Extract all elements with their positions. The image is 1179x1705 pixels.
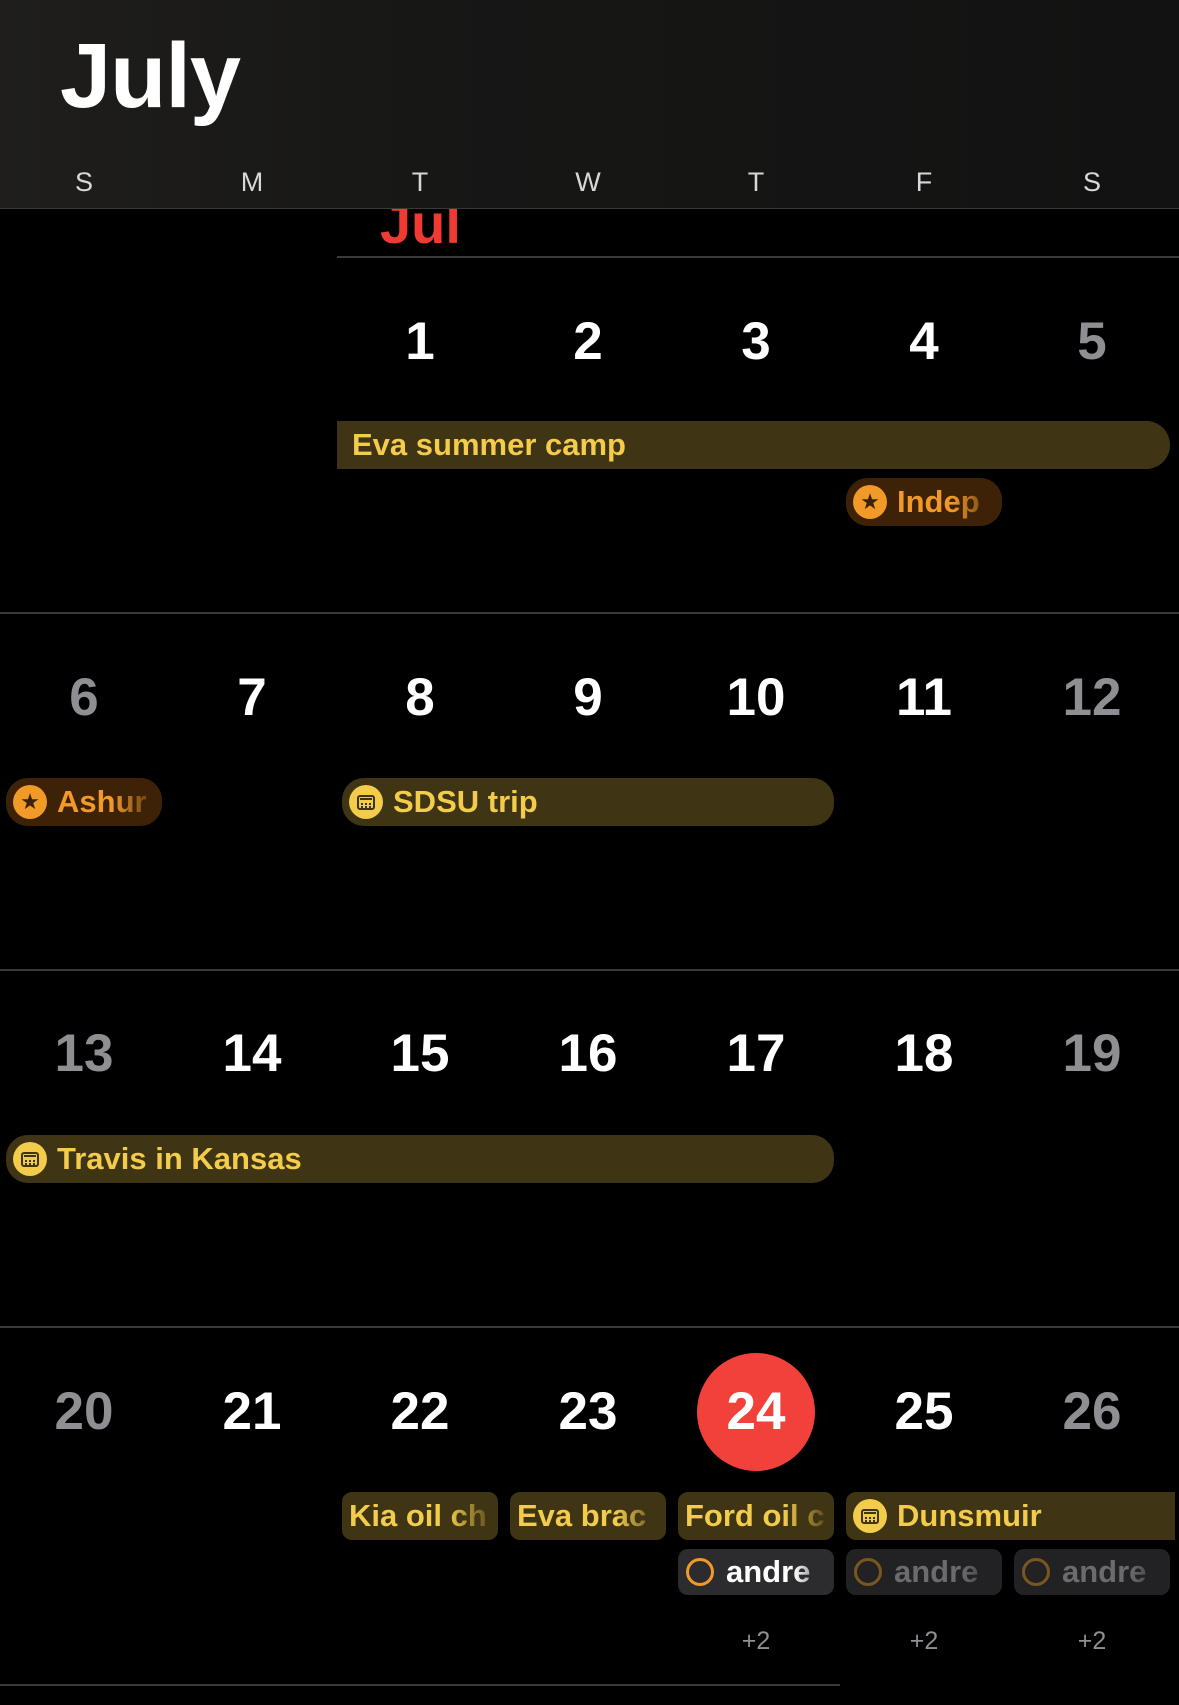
weekday-thursday: T	[747, 167, 765, 197]
calendar-header: July S M T W T F S	[0, 0, 1179, 209]
day-19[interactable]: 19	[1008, 1024, 1176, 1084]
more-events-thursday[interactable]: +2	[672, 1627, 840, 1656]
event-ford-oil-change[interactable]: Ford oil c	[678, 1492, 834, 1540]
week-divider	[0, 969, 1179, 971]
day-8[interactable]: 8	[336, 668, 504, 728]
event-dunsmuir[interactable]: Dunsmuir	[846, 1492, 1175, 1540]
day-9[interactable]: 9	[504, 668, 672, 728]
event-travis-in-kansas[interactable]: Travis in Kansas	[6, 1135, 834, 1183]
event-eva-summer-camp[interactable]: Eva summer camp	[337, 421, 1170, 469]
reminder-circle-icon	[854, 1558, 882, 1586]
more-events-saturday[interactable]: +2	[1008, 1627, 1176, 1656]
reminder-friday[interactable]: andre	[846, 1549, 1002, 1595]
day-11[interactable]: 11	[840, 668, 1008, 728]
event-label: Travis in Kansas	[57, 1141, 302, 1176]
reminder-thursday[interactable]: andre	[678, 1549, 834, 1595]
reminder-label: andre	[726, 1554, 811, 1589]
event-ashura[interactable]: ★ Ashur	[6, 778, 162, 826]
event-label: Kia oil ch	[349, 1498, 487, 1533]
month-grid[interactable]: Jul 1 2 3 4 5 Eva summer camp ★ Indep 6 …	[0, 209, 1179, 1705]
weekday-monday: M	[240, 167, 264, 197]
month-divider	[337, 256, 1179, 258]
reminder-circle-icon	[686, 1558, 714, 1586]
day-2[interactable]: 2	[504, 312, 672, 372]
day-25[interactable]: 25	[840, 1382, 1008, 1442]
week-divider	[0, 1684, 840, 1686]
calendar-icon	[853, 1499, 887, 1533]
event-label: Eva brac	[517, 1498, 647, 1533]
day-20[interactable]: 20	[0, 1382, 168, 1442]
day-14[interactable]: 14	[168, 1024, 336, 1084]
weekday-sunday: S	[74, 167, 93, 197]
day-6[interactable]: 6	[0, 668, 168, 728]
reminder-circle-icon	[1022, 1558, 1050, 1586]
calendar-icon	[349, 785, 383, 819]
calendar-icon	[13, 1142, 47, 1176]
week-divider	[0, 612, 1179, 614]
day-13[interactable]: 13	[0, 1024, 168, 1084]
event-eva-braces[interactable]: Eva brac	[510, 1492, 666, 1540]
weekday-wednesday: W	[575, 167, 601, 197]
day-23[interactable]: 23	[504, 1382, 672, 1442]
more-events-friday[interactable]: +2	[840, 1627, 1008, 1656]
weekday-saturday: S	[1082, 167, 1101, 197]
event-independence-day[interactable]: ★ Indep	[846, 478, 1002, 526]
weekday-tuesday: T	[411, 167, 429, 197]
day-24-today[interactable]: 24	[672, 1382, 840, 1442]
day-10[interactable]: 10	[672, 668, 840, 728]
day-5[interactable]: 5	[1008, 312, 1176, 372]
day-18[interactable]: 18	[840, 1024, 1008, 1084]
day-16[interactable]: 16	[504, 1024, 672, 1084]
reminder-saturday[interactable]: andre	[1014, 1549, 1170, 1595]
weekday-friday: F	[915, 167, 933, 197]
reminder-label: andre	[1062, 1554, 1147, 1589]
day-12[interactable]: 12	[1008, 668, 1176, 728]
event-label: Ashur	[57, 784, 147, 819]
event-label: Indep	[897, 484, 980, 519]
reminder-label: andre	[894, 1554, 979, 1589]
event-label: Ford oil c	[685, 1498, 825, 1533]
day-22[interactable]: 22	[336, 1382, 504, 1442]
month-marker: Jul	[380, 209, 461, 255]
event-label: SDSU trip	[393, 784, 538, 819]
event-sdsu-trip[interactable]: SDSU trip	[342, 778, 834, 826]
day-21[interactable]: 21	[168, 1382, 336, 1442]
star-icon: ★	[853, 485, 887, 519]
day-3[interactable]: 3	[672, 312, 840, 372]
day-1[interactable]: 1	[336, 312, 504, 372]
day-17[interactable]: 17	[672, 1024, 840, 1084]
day-4[interactable]: 4	[840, 312, 1008, 372]
month-title[interactable]: July	[60, 28, 241, 125]
event-kia-oil-change[interactable]: Kia oil ch	[342, 1492, 498, 1540]
day-7[interactable]: 7	[168, 668, 336, 728]
star-icon: ★	[13, 785, 47, 819]
event-label: Dunsmuir	[897, 1498, 1042, 1533]
event-label: Eva summer camp	[352, 427, 626, 462]
day-15[interactable]: 15	[336, 1024, 504, 1084]
day-26[interactable]: 26	[1008, 1382, 1176, 1442]
week-divider	[0, 1326, 1179, 1328]
